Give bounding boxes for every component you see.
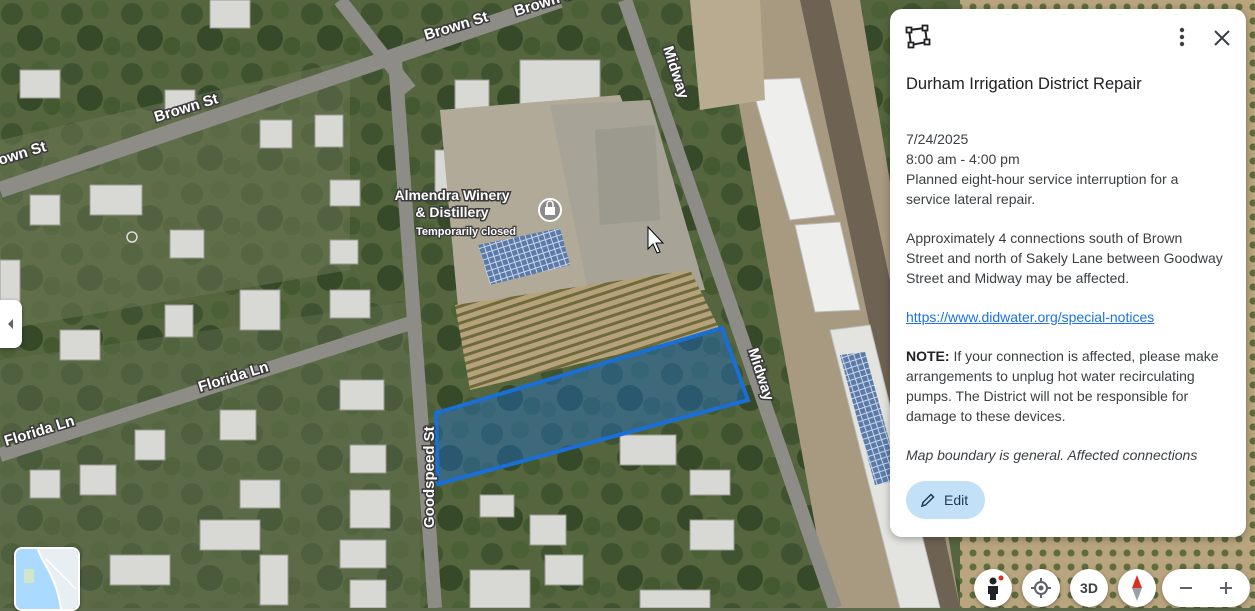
edit-button[interactable]: Edit (906, 481, 985, 519)
description-text: service lateral repair. (906, 191, 1036, 207)
collapse-panel-button[interactable] (0, 300, 22, 348)
affected-text: Approximately 4 connections south of Bro… (906, 230, 1183, 246)
note-text: arrangements to unplug hot water recircu… (906, 368, 1195, 384)
zoom-out-button[interactable] (1166, 569, 1206, 607)
poi-marker-icon[interactable] (538, 198, 562, 222)
feature-details-panel: Durham Irrigation District Repair 7/24/2… (890, 9, 1246, 537)
toggle-3d-label: 3D (1080, 580, 1098, 596)
note-label: NOTE: (906, 348, 950, 364)
affected-text: Street and north of Sakely Lane between … (906, 250, 1223, 266)
date-text: 7/24/2025 (906, 131, 969, 147)
toggle-3d-button[interactable]: 3D (1070, 569, 1108, 607)
my-location-button[interactable] (1022, 569, 1060, 607)
svg-text:& Distillery: & Distillery (415, 204, 488, 220)
my-location-icon (1031, 578, 1051, 598)
boundary-note-text: Map boundary is general. Affected connec… (906, 447, 1198, 463)
note-text: If your connection is affected, please m… (949, 348, 1219, 364)
pegman-icon (988, 575, 1004, 600)
more-options-icon[interactable] (1172, 25, 1192, 49)
chevron-left-icon (8, 319, 13, 329)
note-text: damage to these devices. (906, 408, 1066, 424)
close-icon[interactable] (1210, 26, 1234, 50)
svg-text:Almendra Winery: Almendra Winery (394, 187, 509, 203)
feature-title: Durham Irrigation District Repair (906, 75, 1142, 93)
street-view-button[interactable] (974, 569, 1012, 607)
note-text: pumps. The District will not be responsi… (906, 388, 1189, 404)
polygon-shape-icon (905, 24, 931, 49)
zoom-out-icon (1180, 587, 1192, 589)
special-notices-link[interactable]: https://www.didwater.org/special-notices (906, 309, 1154, 325)
layer-switcher-thumbnail[interactable] (14, 547, 80, 611)
map-thumbnail-icon (16, 549, 78, 609)
svg-text:Temporarily closed: Temporarily closed (416, 226, 516, 238)
compass-button[interactable] (1118, 569, 1156, 607)
pencil-icon (920, 493, 935, 508)
feature-description: 7/24/2025 8:00 am - 4:00 pm Planned eigh… (906, 129, 1232, 464)
edit-button-label: Edit (944, 492, 969, 508)
description-text: Planned eight-hour service interruption … (906, 171, 1179, 187)
zoom-in-icon (1220, 582, 1232, 594)
affected-text: Street and Midway may be affected. (906, 270, 1130, 286)
time-text: 8:00 am - 4:00 pm (906, 151, 1020, 167)
zoom-controls (1162, 569, 1250, 607)
compass-icon (1132, 575, 1142, 601)
zoom-in-button[interactable] (1206, 569, 1246, 607)
road-label-goodspeed-st: Goodspeed St (421, 426, 438, 528)
